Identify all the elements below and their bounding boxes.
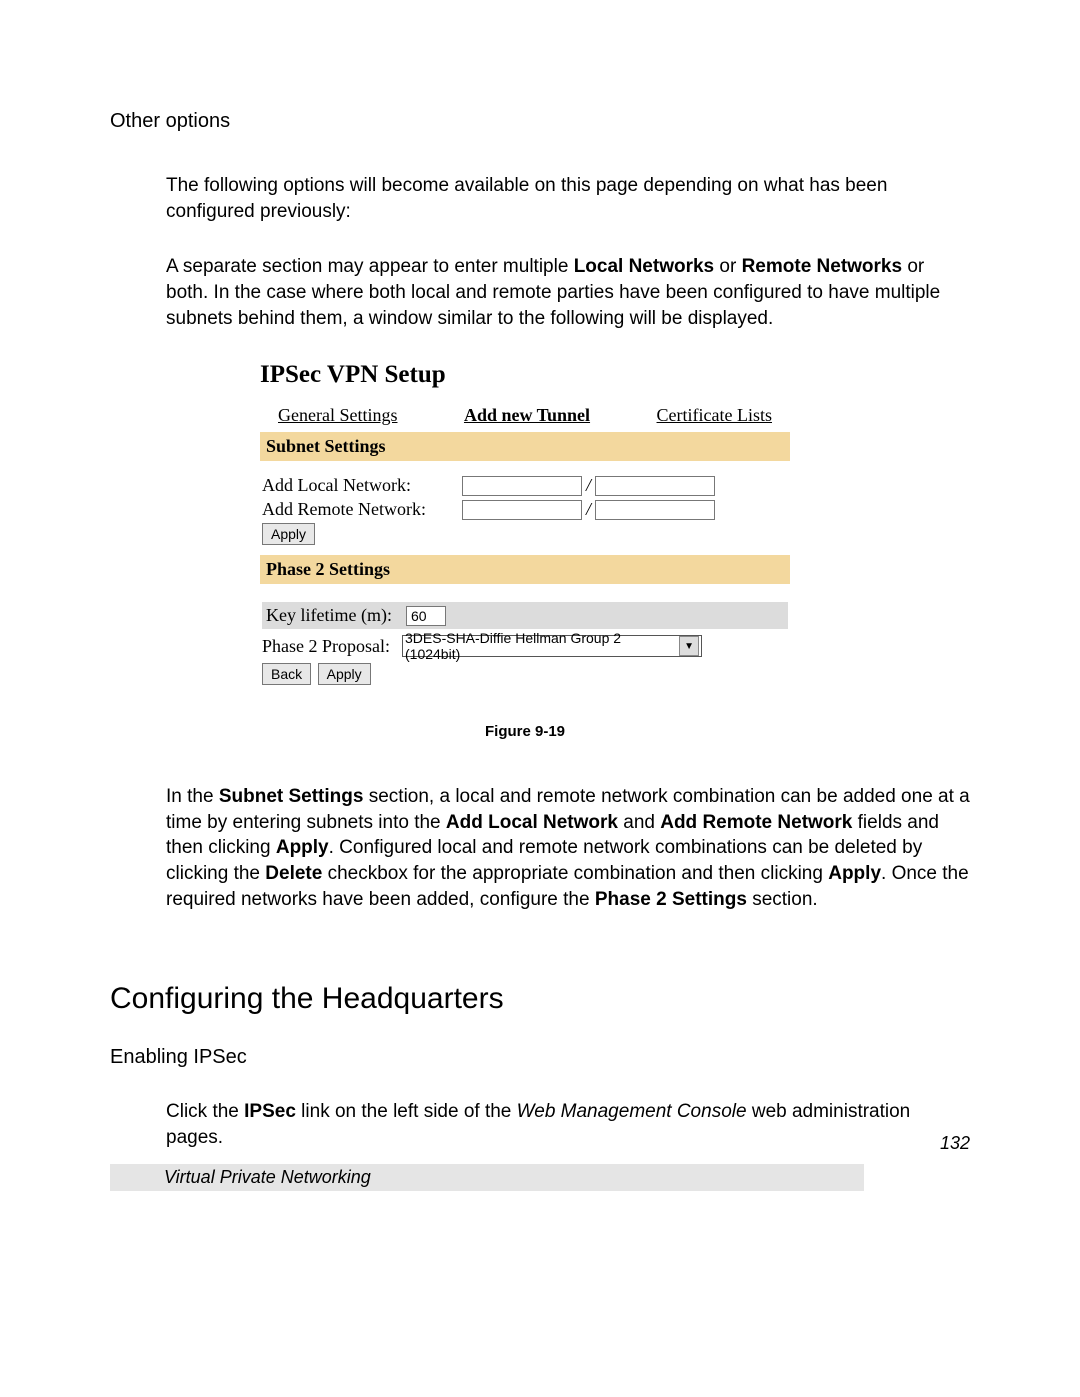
tab-certificate-lists[interactable]: Certificate Lists (657, 405, 772, 426)
tab-add-new-tunnel[interactable]: Add new Tunnel (464, 405, 590, 426)
figure-ipsec-setup: IPSec VPN Setup General Settings Add new… (260, 361, 790, 740)
slash-separator: / (586, 475, 591, 496)
label-key-lifetime: Key lifetime (m): (266, 605, 406, 626)
text-bold: Subnet Settings (219, 786, 364, 807)
figure-caption: Figure 9-19 (260, 723, 790, 740)
paragraph-separate-section: A separate section may appear to enter m… (166, 254, 970, 331)
text-bold: Add Local Network (446, 812, 618, 833)
text: A separate section may appear to enter m… (166, 256, 574, 277)
input-remote-network[interactable] (462, 500, 582, 520)
page-number: 132 (110, 1133, 970, 1154)
text-bold: Apply (276, 837, 329, 858)
input-local-mask[interactable] (595, 476, 715, 496)
text: link on the left side of the (296, 1101, 517, 1122)
text-bold-remote-networks: Remote Networks (742, 256, 903, 277)
back-button[interactable]: Back (262, 663, 311, 685)
tab-row: General Settings Add new Tunnel Certific… (260, 405, 790, 432)
row-add-local: Add Local Network: / (262, 475, 788, 496)
footer-title: Virtual Private Networking (110, 1164, 864, 1191)
text: and (618, 812, 660, 833)
label-add-local-network: Add Local Network: (262, 475, 462, 496)
page-footer: 132 Virtual Private Networking (110, 1133, 970, 1191)
figure-title: IPSec VPN Setup (260, 361, 790, 389)
input-local-network[interactable] (462, 476, 582, 496)
document-page: Other options The following options will… (0, 0, 1080, 1397)
text: or (714, 256, 741, 277)
label-phase2-proposal: Phase 2 Proposal: (262, 636, 402, 657)
section-phase2-settings: Phase 2 Settings (260, 555, 790, 584)
text-bold: Delete (265, 863, 322, 884)
text-bold: Apply (828, 863, 881, 884)
subnet-form: Add Local Network: / Add Remote Network:… (260, 461, 790, 555)
section-subnet-settings: Subnet Settings (260, 432, 790, 461)
text-bold: Phase 2 Settings (595, 889, 747, 910)
heading-other-options: Other options (110, 110, 970, 133)
select-value: 3DES-SHA-Diffie Hellman Group 2 (1024bit… (405, 630, 679, 662)
row-add-remote: Add Remote Network: / (262, 499, 788, 520)
input-key-lifetime[interactable] (406, 606, 446, 626)
slash-separator: / (586, 499, 591, 520)
text: section. (747, 889, 818, 910)
paragraph-intro: The following options will become availa… (166, 173, 970, 224)
text: In the (166, 786, 219, 807)
text: Click the (166, 1101, 244, 1122)
chevron-down-icon: ▼ (679, 636, 699, 656)
input-remote-mask[interactable] (595, 500, 715, 520)
tab-general-settings[interactable]: General Settings (278, 405, 397, 426)
select-phase2-proposal[interactable]: 3DES-SHA-Diffie Hellman Group 2 (1024bit… (402, 635, 702, 657)
text-bold: IPSec (244, 1101, 296, 1122)
phase2-form: Key lifetime (m): Phase 2 Proposal: 3DES… (260, 584, 790, 695)
heading-enabling-ipsec: Enabling IPSec (110, 1046, 970, 1069)
label-add-remote-network: Add Remote Network: (262, 499, 462, 520)
apply-button-subnet[interactable]: Apply (262, 523, 315, 545)
apply-button-phase2[interactable]: Apply (318, 663, 371, 685)
row-key-lifetime: Key lifetime (m): (262, 602, 788, 629)
heading-configuring-headquarters: Configuring the Headquarters (110, 982, 970, 1016)
row-phase2-proposal: Phase 2 Proposal: 3DES-SHA-Diffie Hellma… (262, 635, 788, 657)
paragraph-subnet-explain: In the Subnet Settings section, a local … (166, 784, 970, 912)
text: checkbox for the appropriate combination… (322, 863, 828, 884)
text-bold: Add Remote Network (660, 812, 852, 833)
text-italic: Web Management Console (517, 1101, 747, 1122)
text-bold-local-networks: Local Networks (574, 256, 714, 277)
